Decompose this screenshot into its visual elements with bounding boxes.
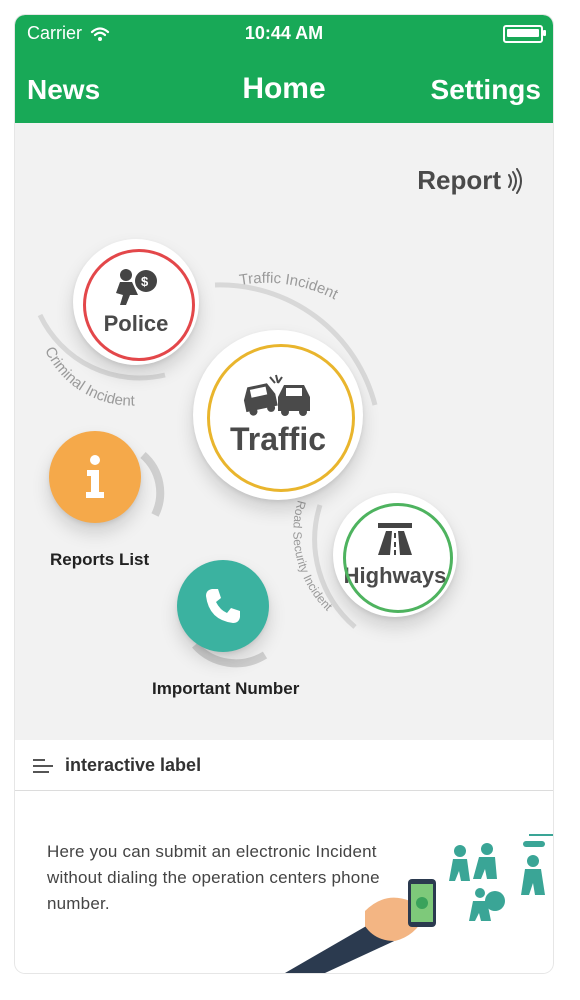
menu-lines-icon (33, 756, 53, 774)
traffic-ring (207, 344, 355, 492)
reports-list-button[interactable] (49, 431, 141, 523)
interactive-label-bar[interactable]: interactive label (15, 740, 553, 791)
info-panel: Here you can submit an electronic Incide… (15, 791, 553, 973)
phone-icon (206, 589, 240, 623)
interactive-label-text: interactive label (65, 754, 202, 775)
highways-button[interactable]: Highways (333, 493, 457, 617)
app-screen: Carrier 10:44 AM News Home Settings Repo… (15, 15, 553, 973)
police-button[interactable]: $ Police (73, 239, 199, 365)
police-ring (83, 249, 195, 361)
reports-list-label: Reports List (50, 550, 150, 569)
important-number-label: Important Number (152, 679, 300, 698)
important-number-button[interactable] (177, 560, 269, 652)
hand-phone-illustration (285, 834, 553, 973)
info-icon (86, 455, 104, 498)
traffic-button[interactable]: Traffic (193, 330, 363, 500)
highways-ring (343, 503, 453, 613)
